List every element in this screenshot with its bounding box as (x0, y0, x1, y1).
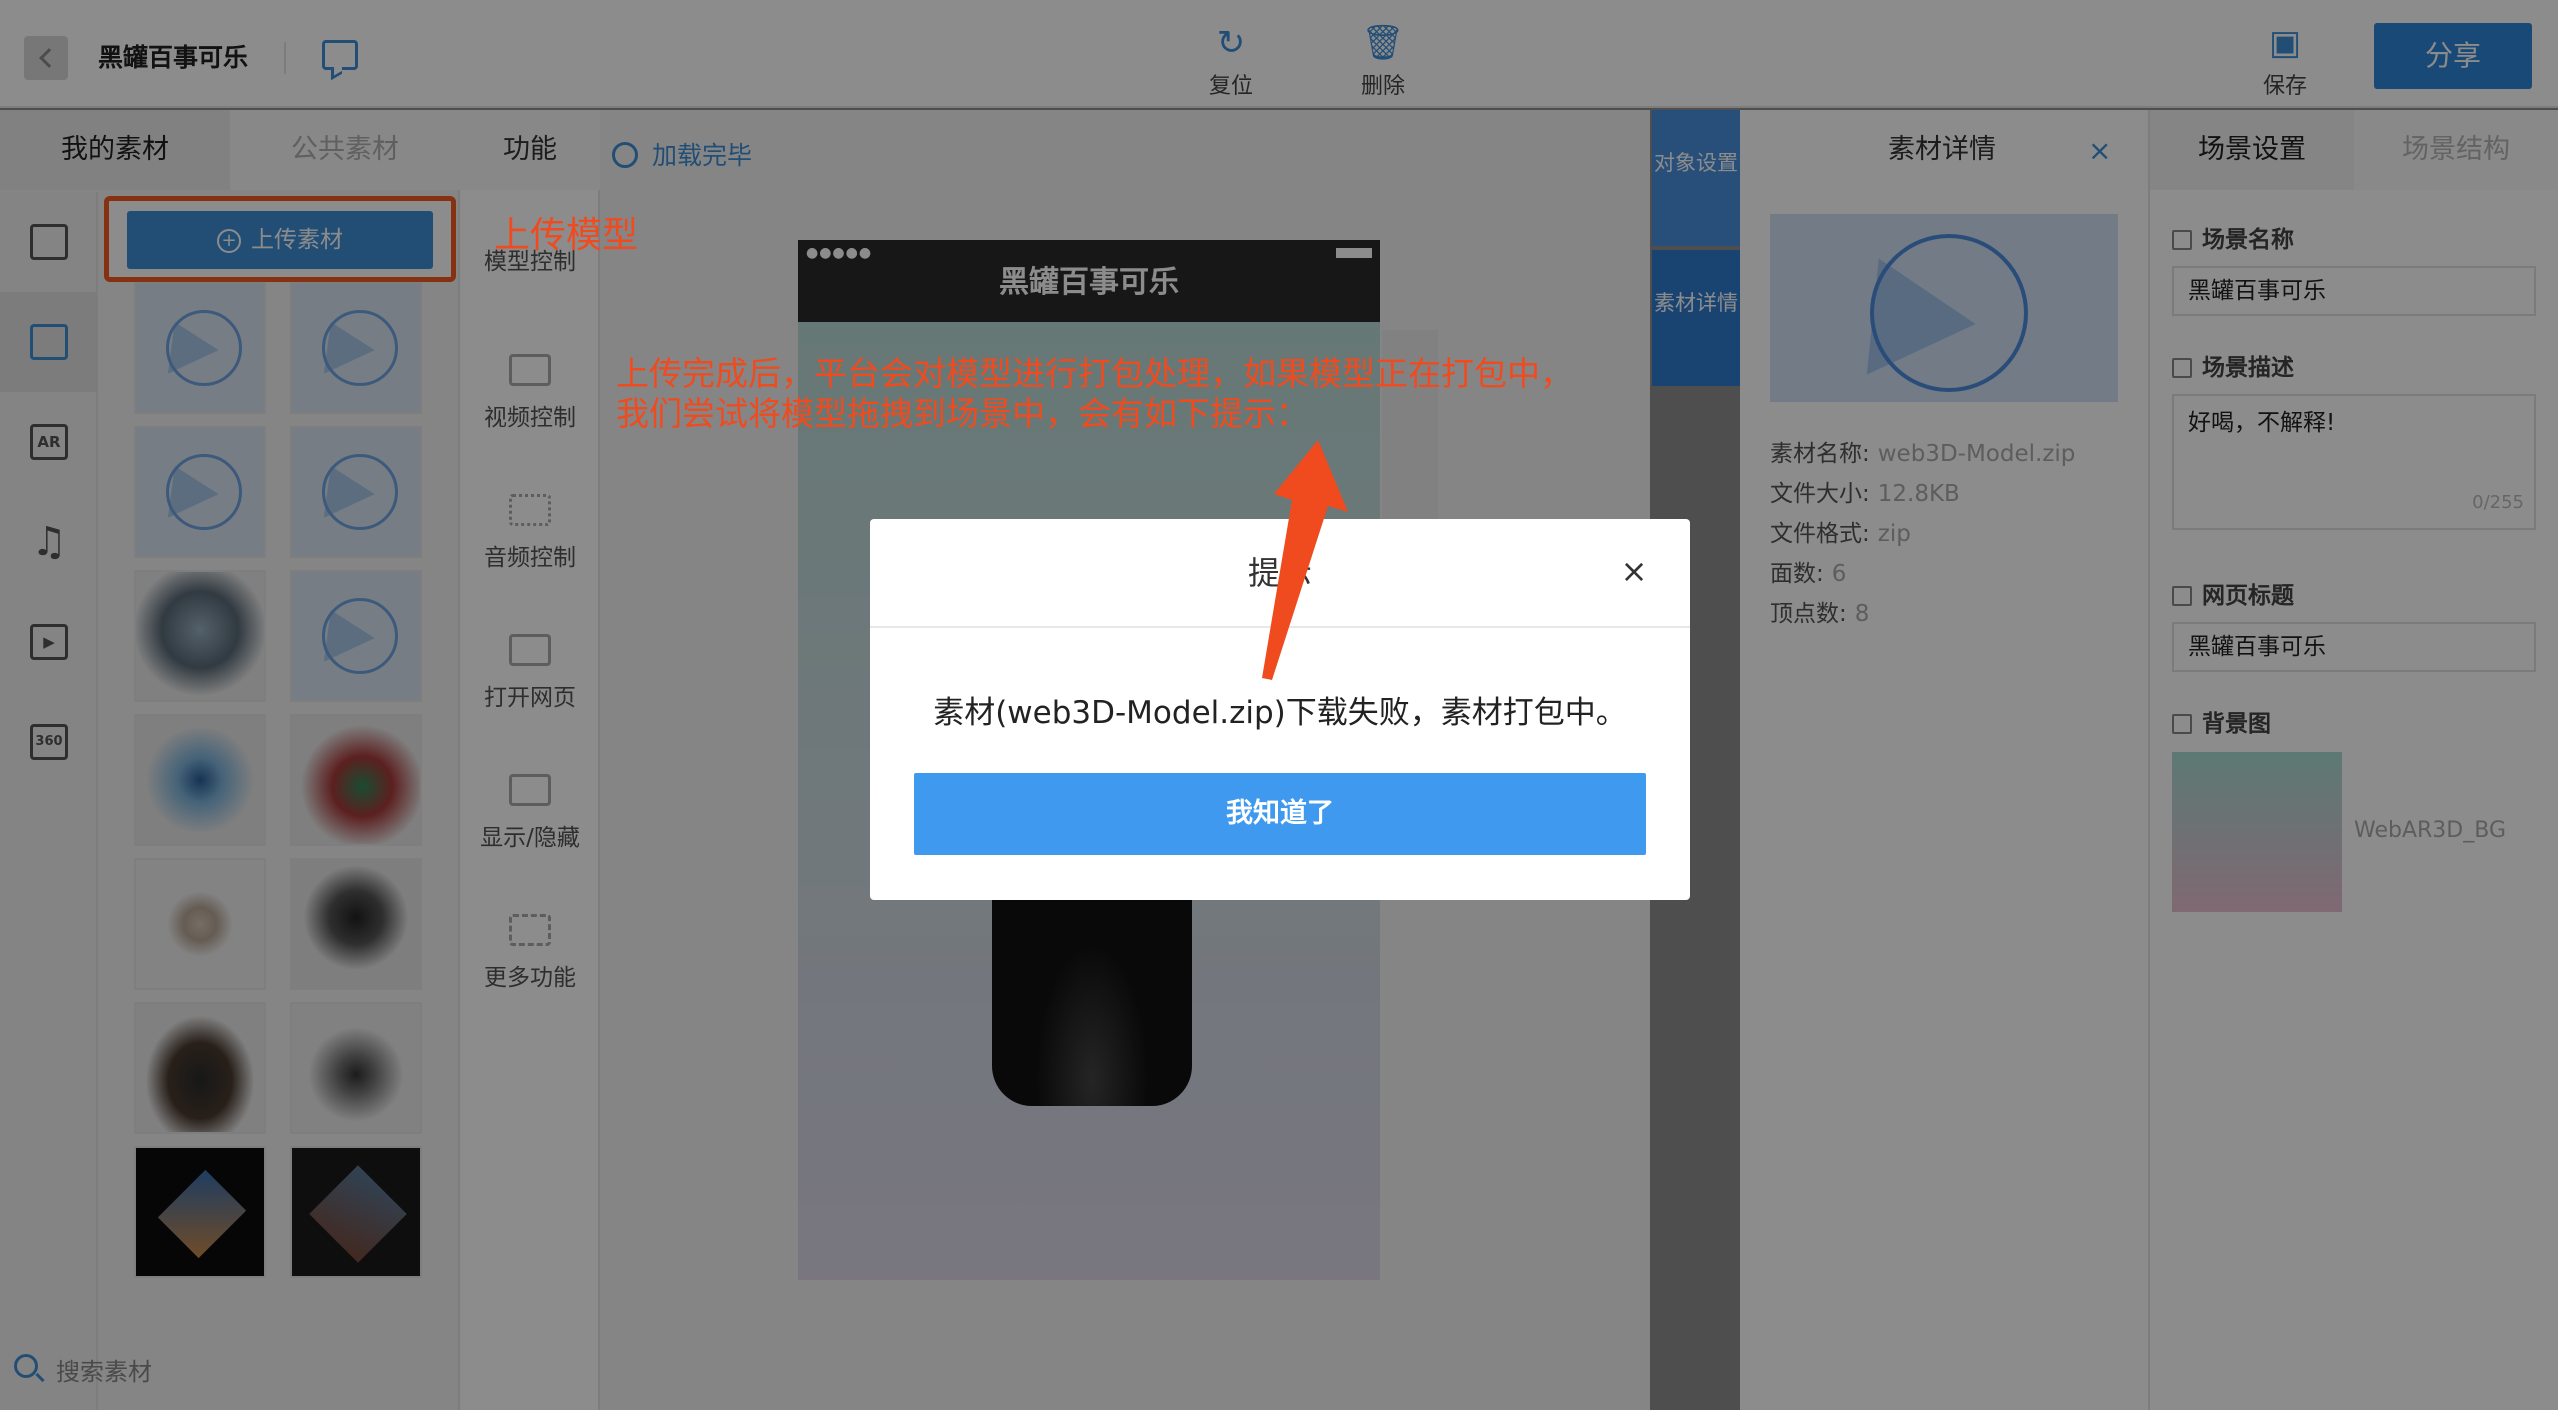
notice-dialog: 提示 × 素材(web3D-Model.zip)下载失败，素材打包中。 我知道了 (870, 519, 1690, 900)
close-icon[interactable]: × (1614, 551, 1654, 591)
dialog-title: 提示 (870, 519, 1690, 628)
dialog-message: 素材(web3D-Model.zip)下载失败，素材打包中。 (933, 695, 1627, 731)
annotation-process-note: 上传完成后，平台会对模型进行打包处理，如果模型正在打包中， 我们尝试将模型拖拽到… (616, 354, 1573, 433)
annotation-upload-model: 上传模型 (494, 215, 639, 256)
confirm-button[interactable]: 我知道了 (914, 773, 1646, 855)
